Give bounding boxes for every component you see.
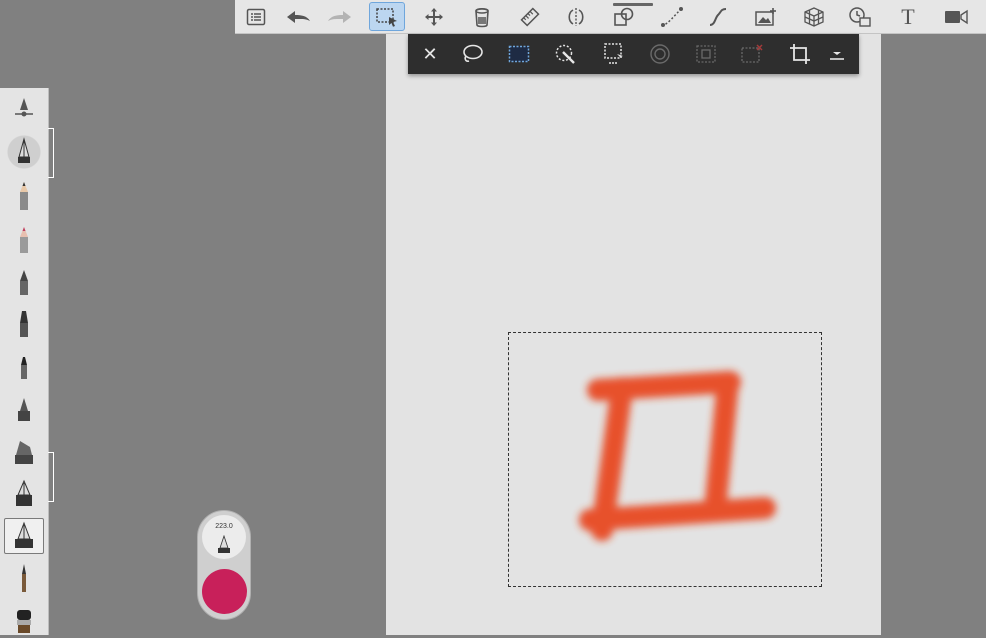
selection-marquee[interactable] — [508, 332, 822, 587]
brush-pencil-icon[interactable] — [4, 178, 44, 214]
menu-icon[interactable] — [239, 2, 273, 31]
curve-icon[interactable] — [701, 2, 735, 31]
brush-paint-icon[interactable] — [4, 392, 44, 428]
lasso-select-icon[interactable] — [456, 38, 488, 70]
brush-felt-tip-icon[interactable] — [4, 350, 44, 386]
undo-icon[interactable] — [281, 2, 315, 31]
text-icon[interactable]: T — [891, 2, 925, 31]
perspective-icon[interactable] — [797, 2, 831, 31]
palette-scroll-marker — [48, 452, 54, 502]
brush-fine-paint-icon[interactable] — [4, 560, 44, 596]
add-image-icon[interactable] — [749, 2, 783, 31]
brush-puck[interactable]: 223.0 — [197, 510, 251, 620]
brush-flat-brush-icon[interactable] — [4, 602, 44, 638]
transform-icon[interactable] — [417, 2, 451, 31]
ruler-icon[interactable] — [513, 2, 547, 31]
selection-toolbar: ✕ — [408, 34, 859, 74]
brush-marker-icon[interactable] — [4, 306, 44, 342]
main-toolbar: T — [235, 0, 986, 34]
invert-selection-icon[interactable] — [690, 38, 722, 70]
crop-icon[interactable] — [784, 38, 816, 70]
redo-icon[interactable] — [323, 2, 357, 31]
feather-selection-icon[interactable] — [644, 38, 676, 70]
brush-airbrush-icon[interactable] — [4, 134, 44, 170]
shape-icon[interactable] — [607, 2, 641, 31]
brush-settings-icon[interactable] — [4, 90, 44, 126]
selection-modify-icon[interactable] — [598, 38, 630, 70]
palette-scroll-marker — [48, 128, 54, 178]
brush-size-control[interactable]: 223.0 — [202, 515, 246, 559]
fill-icon[interactable] — [465, 2, 499, 31]
clear-selection-icon[interactable] — [736, 38, 768, 70]
rectangle-select-icon[interactable] — [503, 38, 535, 70]
selection-tool-icon[interactable] — [369, 2, 405, 31]
color-swatch[interactable] — [202, 569, 247, 614]
symmetry-icon[interactable] — [559, 2, 593, 31]
current-brush-icon — [218, 535, 230, 553]
video-icon[interactable] — [939, 2, 973, 31]
collapse-toolbar-icon[interactable] — [821, 38, 853, 70]
close-icon[interactable]: ✕ — [414, 38, 446, 70]
brush-size-value: 223.0 — [215, 523, 233, 530]
magic-wand-icon[interactable] — [549, 38, 581, 70]
stroke-icon[interactable] — [655, 2, 689, 31]
brush-ballpoint-icon[interactable] — [4, 264, 44, 300]
timelapse-icon[interactable] — [843, 2, 877, 31]
brush-palette — [0, 88, 49, 635]
brush-hard-pencil-icon[interactable] — [4, 222, 44, 258]
brush-inking-icon[interactable] — [4, 476, 44, 512]
brush-selected-icon[interactable] — [4, 518, 44, 554]
brush-chisel-icon[interactable] — [4, 434, 44, 470]
